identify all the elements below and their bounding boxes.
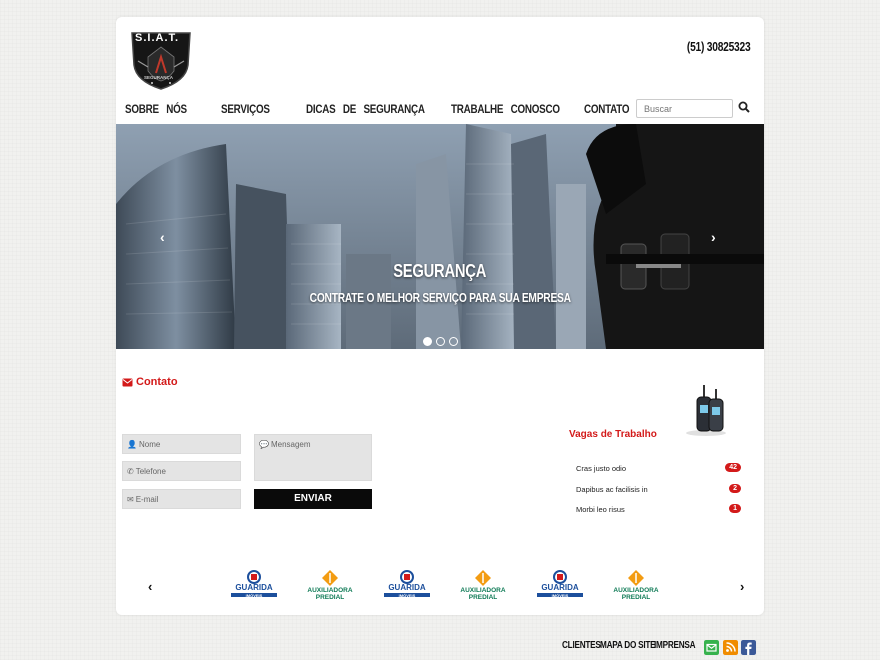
logo-subtext: SEGURANÇA xyxy=(144,75,174,80)
footer-link-mapa-do-site[interactable]: MAPA DO SITE xyxy=(600,640,656,651)
job-count-badge: 2 xyxy=(729,484,741,493)
user-icon: 👤 xyxy=(127,440,137,449)
client-logo-guarida[interactable]: GUARIDA IMÓVEIS xyxy=(530,569,590,603)
client-logo-guarida[interactable]: GUARIDA IMÓVEIS xyxy=(224,569,284,603)
jobs-heading: Vagas de Trabalho xyxy=(569,429,657,440)
slider-dot-1[interactable] xyxy=(423,337,432,346)
slide-subtitle: CONTRATE O MELHOR SERVIÇO PARA SUA EMPRE… xyxy=(309,291,571,305)
phone-icon: ✆ xyxy=(127,467,134,476)
main-card: S.I.A.T. SEGURANÇA (51) 30825323 SOBRE N… xyxy=(116,17,764,615)
search-input[interactable] xyxy=(636,99,733,118)
slider-prev-arrow[interactable]: ‹ xyxy=(160,229,165,245)
logo-text: S.I.A.T. xyxy=(135,32,180,44)
phone-number: (51) 30825323 xyxy=(686,40,751,54)
comment-icon: 💬 xyxy=(259,440,269,449)
client-logo-auxiliadora[interactable]: AUXILIADORA PREDIAL xyxy=(606,569,666,603)
auxiliadora-icon xyxy=(628,570,644,586)
envelope-icon xyxy=(122,378,133,386)
client-logo-auxiliadora[interactable]: AUXILIADORA PREDIAL xyxy=(300,569,360,603)
envelope-small-icon: ✉ xyxy=(127,495,134,504)
footer-link-clientes[interactable]: CLIENTES xyxy=(562,640,601,651)
nav-item-servicos[interactable]: SERVIÇOS xyxy=(221,102,270,116)
email-icon[interactable] xyxy=(704,640,719,655)
email-field[interactable]: ✉ E-mail xyxy=(122,489,241,509)
clients-next-arrow[interactable]: › xyxy=(740,579,744,594)
slide-title: SEGURANÇA xyxy=(393,261,487,281)
client-logo-auxiliadora[interactable]: AUXILIADORA PREDIAL xyxy=(453,569,513,603)
job-count-badge: 42 xyxy=(725,463,741,472)
phone-field[interactable]: ✆ Telefone xyxy=(122,461,241,481)
slider-dot-2[interactable] xyxy=(436,337,445,346)
slide-image xyxy=(116,124,764,349)
walkie-talkie-image xyxy=(686,385,726,436)
auxiliadora-icon xyxy=(475,570,491,586)
nav-item-sobre-nos[interactable]: SOBRE NÓS xyxy=(125,102,187,116)
message-field[interactable]: 💬 Mensagem xyxy=(254,434,372,481)
name-field[interactable]: 👤 Nome xyxy=(122,434,241,454)
main-nav: SOBRE NÓS SERVIÇOS DICAS DE SEGURANÇA TR… xyxy=(125,102,645,118)
search-icon[interactable] xyxy=(738,101,750,113)
facebook-icon[interactable] xyxy=(741,640,756,655)
auxiliadora-icon xyxy=(322,570,338,586)
nav-item-trabalhe-conosco[interactable]: TRABALHE CONOSCO xyxy=(451,102,560,116)
hero-slider[interactable]: ‹ › SEGURANÇA CONTRATE O MELHOR SERVIÇO … xyxy=(116,124,764,349)
rss-icon[interactable] xyxy=(723,640,738,655)
job-count-badge: 1 xyxy=(729,504,741,513)
send-button[interactable]: ENVIAR xyxy=(254,489,372,509)
footer-link-imprensa[interactable]: IMPRENSA xyxy=(654,640,696,651)
nav-item-dicas-seguranca[interactable]: DICAS DE SEGURANÇA xyxy=(306,102,425,116)
nav-item-contato[interactable]: CONTATO xyxy=(584,102,630,116)
slider-next-arrow[interactable]: › xyxy=(711,229,716,245)
slider-dot-3[interactable] xyxy=(449,337,458,346)
contact-heading: Contato xyxy=(122,376,178,388)
client-logo-guarida[interactable]: GUARIDA IMÓVEIS xyxy=(377,569,437,603)
slider-dots xyxy=(423,337,463,347)
clients-prev-arrow[interactable]: ‹ xyxy=(148,579,152,594)
